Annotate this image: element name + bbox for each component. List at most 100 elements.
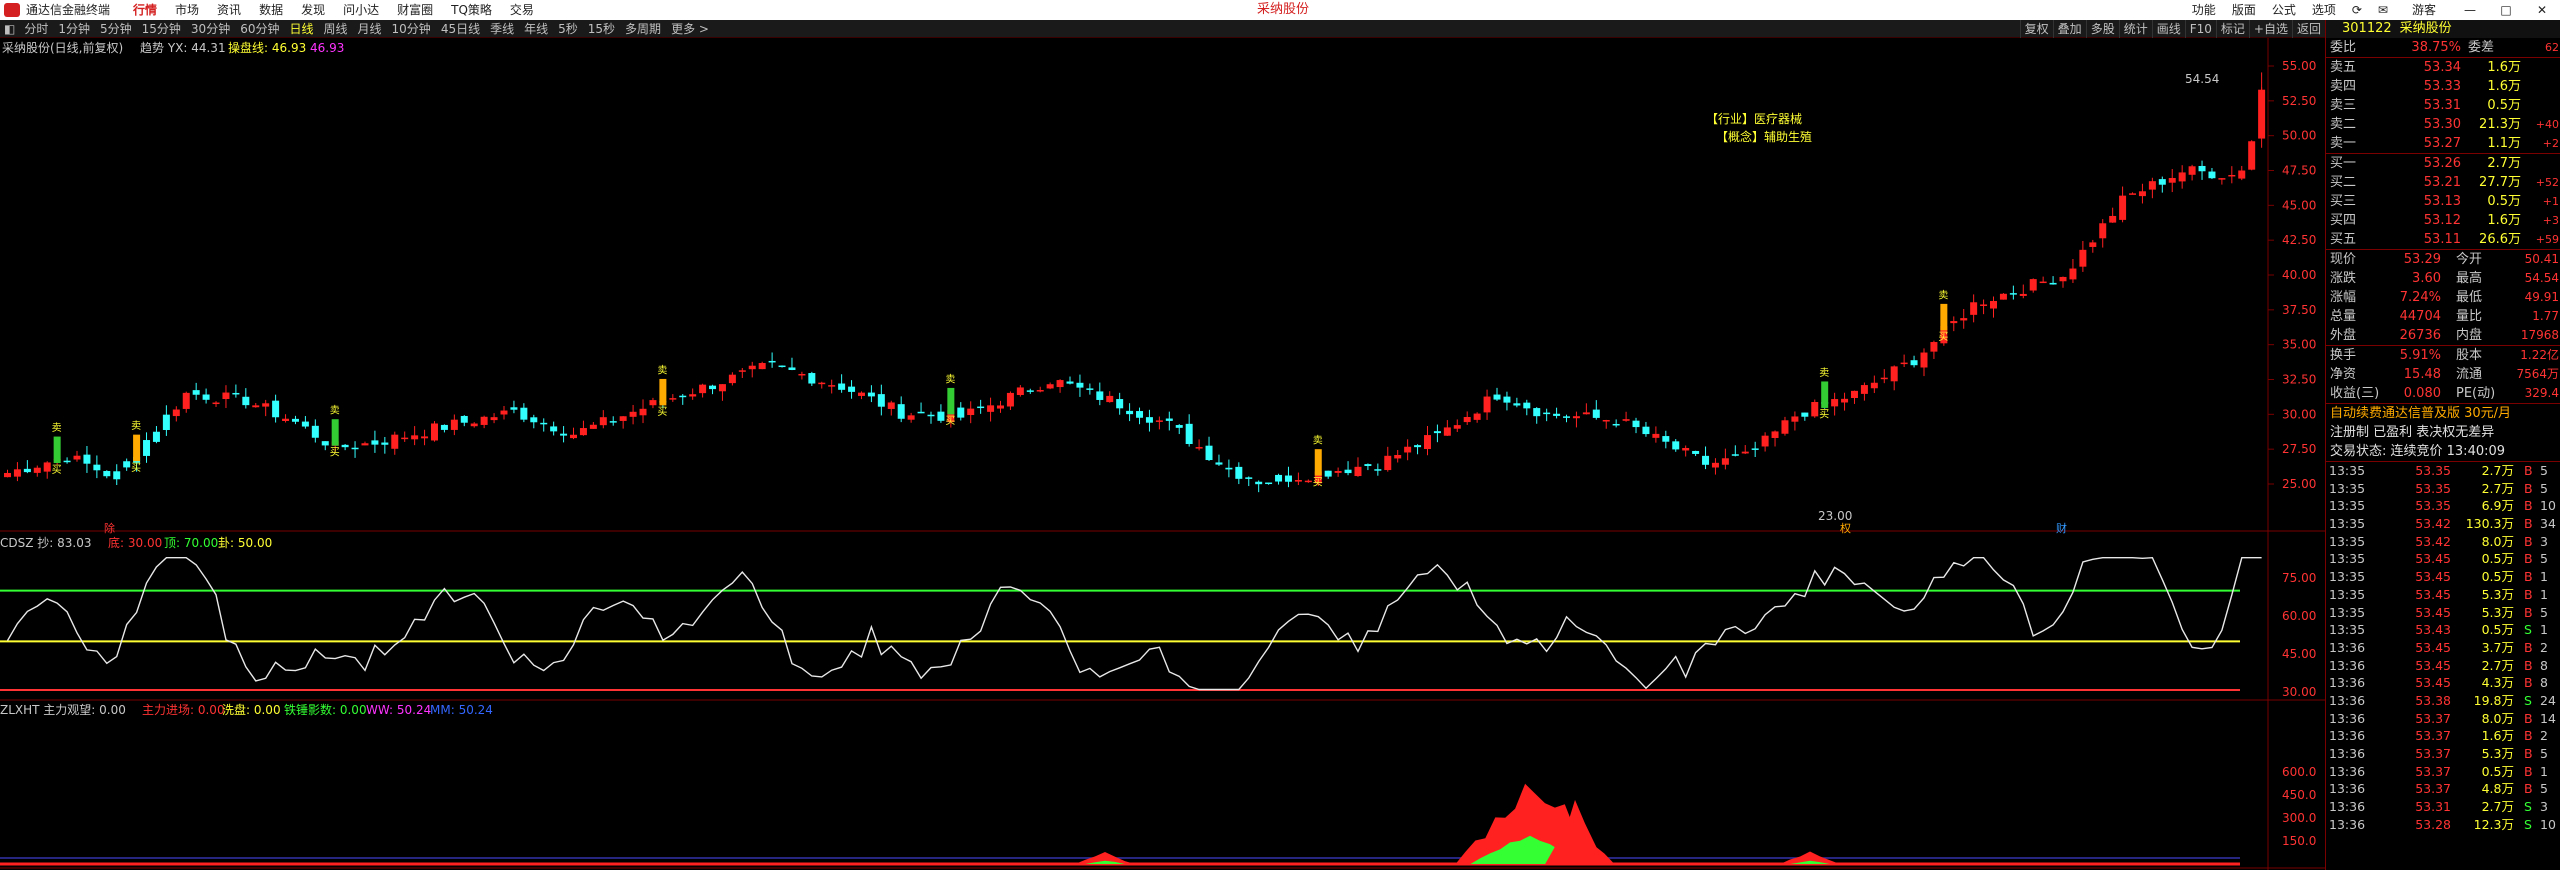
tick-row[interactable]: 13:35 53.45 0.5万 B 5	[2326, 550, 2560, 568]
candle-body	[1284, 475, 1292, 482]
candle-body	[1711, 462, 1719, 468]
tick-list[interactable]: 13:35 53.35 2.7万 B 5 13:35 53.35 2.7万 B 5 13:35 53.…	[2326, 462, 2560, 833]
kline-chart[interactable]: 买卖买卖买卖 买卖买卖买卖买卖买卖 采纳股份(日线,前复权) 趋势 YX: 44.…	[0, 38, 2325, 870]
period-multi[interactable]: 多周期	[620, 20, 666, 38]
tick-row[interactable]: 13:36 53.37 0.5万 B 1	[2326, 763, 2560, 781]
tick-row[interactable]: 13:35 53.42 130.3万 B 34	[2326, 515, 2560, 533]
period-15min[interactable]: 15分钟	[137, 20, 186, 38]
candle-body	[401, 437, 409, 440]
minimize-icon[interactable]: —	[2452, 0, 2488, 20]
period-60min[interactable]: 60分钟	[235, 20, 284, 38]
menu-trade[interactable]: 交易	[501, 0, 543, 20]
tool-overlay[interactable]: 叠加	[2052, 20, 2086, 38]
candle-body	[1751, 448, 1759, 450]
tick-row[interactable]: 13:35 53.45 5.3万 B 5	[2326, 604, 2560, 622]
tick-row[interactable]: 13:35 53.43 0.5万 S 1	[2326, 621, 2560, 639]
stat-row-2: 涨幅 7.24% 最低 49.91	[2330, 290, 2559, 305]
menu-data[interactable]: 数据	[250, 0, 292, 20]
tick-row[interactable]: 13:36 53.37 1.6万 B 2	[2326, 727, 2560, 745]
tick-row[interactable]: 13:36 53.37 8.0万 B 14	[2326, 710, 2560, 728]
stock-name[interactable]: 采纳股份	[2400, 21, 2452, 36]
tick-row[interactable]: 13:36 53.45 4.3万 B 8	[2326, 674, 2560, 692]
tick-row[interactable]: 13:36 53.28 12.3万 S 10	[2326, 816, 2560, 834]
close-icon[interactable]: ✕	[2524, 0, 2560, 20]
period-10min[interactable]: 10分钟	[387, 20, 436, 38]
menu-discover[interactable]: 发现	[292, 0, 334, 20]
tick-row[interactable]: 13:36 53.37 4.8万 B 5	[2326, 780, 2560, 798]
ad-banner[interactable]: 自动续费通达信普及版 30元/月	[2326, 404, 2560, 423]
signal-label-sell: 卖	[945, 373, 955, 385]
tool-f10[interactable]: F10	[2184, 20, 2216, 38]
menu-news[interactable]: 资讯	[208, 0, 250, 20]
candle-body	[748, 365, 756, 370]
candle-body	[2059, 276, 2067, 282]
menu-quotes[interactable]: 行情	[124, 0, 166, 20]
chart-area[interactable]: 买卖买卖买卖买卖买卖买卖买卖买卖 采纳股份(日线,前复权) 趋势 YX: 44.…	[0, 38, 2325, 870]
maximize-icon[interactable]: □	[2488, 0, 2524, 20]
menu-ask[interactable]: 问小达	[334, 0, 388, 20]
tick-row[interactable]: 13:36 53.31 2.7万 S 3	[2326, 798, 2560, 816]
period-monthly[interactable]: 月线	[353, 20, 387, 38]
sync-icon[interactable]: ⟳	[2344, 0, 2370, 20]
tick-row[interactable]: 13:35 53.35 6.9万 B 10	[2326, 497, 2560, 515]
menu-tq[interactable]: TQ策略	[442, 0, 501, 20]
candle-body	[162, 414, 170, 430]
tick-row[interactable]: 13:36 53.45 2.7万 B 8	[2326, 657, 2560, 675]
price-tick-label: 47.50	[2282, 164, 2316, 178]
signal-label-buy: 买	[330, 446, 340, 458]
tool-adjust[interactable]: 复权	[2019, 20, 2053, 38]
period-1min[interactable]: 1分钟	[53, 20, 95, 38]
period-quarter[interactable]: 季线	[485, 20, 519, 38]
tick-row[interactable]: 13:35 53.45 5.3万 B 1	[2326, 586, 2560, 604]
candle-body	[897, 404, 905, 419]
candle-body	[1116, 399, 1124, 409]
tick-row[interactable]: 13:35 53.35 2.7万 B 5	[2326, 462, 2560, 480]
tool-add-watch[interactable]: +自选	[2248, 20, 2292, 38]
user-label[interactable]: 游客	[2396, 0, 2452, 20]
candle-body	[500, 410, 508, 415]
signal-label-buy: 买	[1938, 331, 1948, 343]
signal-label-buy: 买	[1313, 476, 1323, 488]
candle-body	[1364, 464, 1372, 466]
menu-formula[interactable]: 公式	[2264, 0, 2304, 20]
period-15sec[interactable]: 15秒	[583, 20, 620, 38]
tool-mark[interactable]: 标记	[2215, 20, 2249, 38]
tool-draw[interactable]: 画线	[2151, 20, 2185, 38]
tick-row[interactable]: 13:35 53.35 2.7万 B 5	[2326, 480, 2560, 498]
tool-stats[interactable]: 统计	[2118, 20, 2152, 38]
price-tick-label: 52.50	[2282, 94, 2316, 108]
sidebar-toggle-icon[interactable]: ◧	[0, 20, 19, 38]
tool-multi-stock[interactable]: 多股	[2085, 20, 2119, 38]
tick-row[interactable]: 13:36 53.38 19.8万 S 24	[2326, 692, 2560, 710]
signal-label-sell: 卖	[52, 422, 62, 434]
menu-options[interactable]: 选项	[2304, 0, 2344, 20]
price-tick-label: 32.50	[2282, 373, 2316, 387]
period-5sec[interactable]: 5秒	[553, 20, 583, 38]
ask-level-3: 卖三 53.31 0.5万	[2330, 98, 2521, 113]
menu-layout[interactable]: 版面	[2224, 0, 2264, 20]
stock-code[interactable]: 301122	[2342, 21, 2392, 36]
tick-row[interactable]: 13:36 53.37 5.3万 B 5	[2326, 745, 2560, 763]
period-year[interactable]: 年线	[519, 20, 553, 38]
bottom-tag-ex: 除	[104, 521, 115, 535]
period-minute[interactable]: 分时	[19, 20, 53, 38]
menu-market[interactable]: 市场	[166, 0, 208, 20]
candle-body	[1255, 481, 1263, 485]
period-weekly[interactable]: 周线	[319, 20, 353, 38]
candle-body	[1354, 466, 1362, 477]
signal-label-sell: 卖	[330, 405, 340, 417]
candle-body	[262, 403, 270, 407]
period-5min[interactable]: 5分钟	[95, 20, 137, 38]
tick-row[interactable]: 13:35 53.42 8.0万 B 3	[2326, 533, 2560, 551]
tool-back[interactable]: 返回	[2291, 20, 2325, 38]
period-30min[interactable]: 30分钟	[186, 20, 235, 38]
candle-body	[728, 374, 736, 384]
menu-function[interactable]: 功能	[2184, 0, 2224, 20]
period-45day[interactable]: 45日线	[436, 20, 485, 38]
tick-row[interactable]: 13:36 53.45 3.7万 B 2	[2326, 639, 2560, 657]
period-more[interactable]: 更多 >	[666, 20, 714, 38]
menu-wealth[interactable]: 财富圈	[388, 0, 442, 20]
period-daily[interactable]: 日线	[284, 20, 318, 38]
tick-row[interactable]: 13:35 53.45 0.5万 B 1	[2326, 568, 2560, 586]
message-icon[interactable]: ✉	[2370, 0, 2396, 20]
